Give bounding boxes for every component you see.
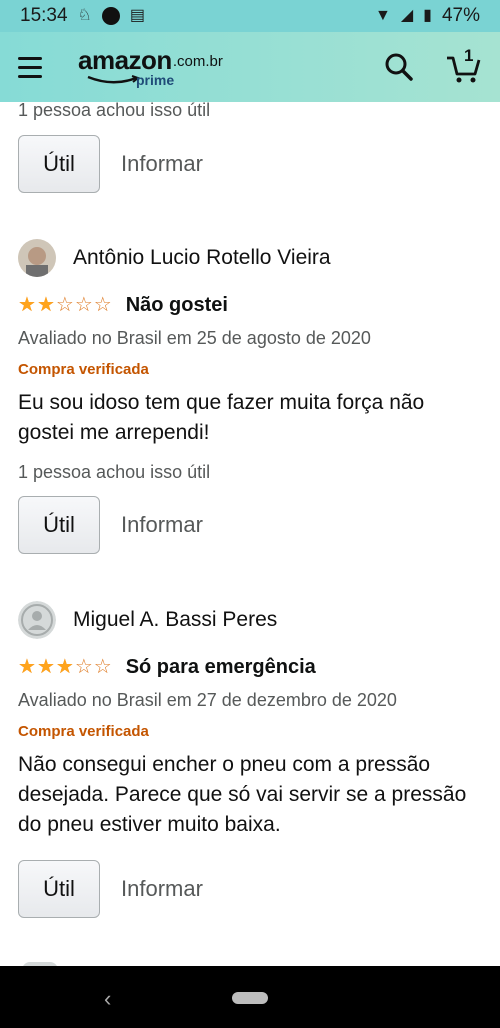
star-empty-icon: ☆ — [74, 656, 93, 678]
star-rating: ★ ★ ☆ ☆ ☆ — [18, 295, 112, 315]
system-nav-bar: ‹ — [0, 966, 500, 1028]
star-empty-icon: ☆ — [55, 294, 74, 316]
star-empty-icon: ☆ — [93, 656, 112, 678]
avatar — [18, 239, 56, 277]
reviewer-name[interactable]: Antônio Lucio Rotello Vieira — [73, 246, 331, 270]
report-link[interactable]: Informar — [121, 512, 203, 538]
avatar — [18, 601, 56, 639]
app-header: amazon .com.br prime 1 — [0, 32, 500, 102]
verified-badge: Compra verificada — [18, 361, 149, 378]
helpful-actions: Útil Informar — [18, 496, 482, 554]
helpful-count: 1 pessoa achou isso útil — [18, 100, 211, 120]
logo-prime: prime — [136, 72, 175, 88]
helpful-count: 1 pessoa achou isso útil — [18, 462, 211, 482]
search-icon[interactable] — [380, 48, 418, 86]
reviewer-row: Antônio Lucio Rotello Vieira — [18, 238, 482, 278]
review-title[interactable]: Só para emergência — [126, 656, 316, 679]
status-right: ▼ ◢ ▮ 47% — [375, 5, 480, 27]
star-full-icon: ★ — [36, 294, 55, 316]
status-time: 15:34 — [20, 5, 68, 26]
review-card: Antônio Lucio Rotello Vieira ★ ★ ☆ ☆ ☆ N… — [18, 238, 482, 554]
review-title[interactable]: Não gostei — [126, 294, 228, 317]
notification-dot-icon — [101, 7, 120, 25]
status-bar: 15:34 ♘ ▤ ▼ ◢ ▮ 47% — [0, 0, 500, 32]
review-card: Miguel A. Bassi Peres ★ ★ ★ ☆ ☆ Só para … — [18, 600, 482, 918]
helpful-actions: Útil Informar — [18, 135, 482, 193]
star-full-icon: ★ — [36, 656, 55, 678]
cart-count: 1 — [464, 46, 474, 65]
previous-review-fragment: 1 pessoa achou isso útil Útil Informar — [18, 100, 482, 193]
notification-icon: ♘ — [77, 7, 92, 24]
signal-icon: ◢ — [400, 7, 414, 24]
rating-row: ★ ★ ★ ☆ ☆ Só para emergência — [18, 654, 482, 680]
app-notification-icon: ▤ — [129, 7, 146, 24]
star-full-icon: ★ — [18, 656, 36, 678]
header-actions: 1 — [380, 46, 482, 86]
menu-icon[interactable] — [18, 50, 52, 84]
review-date: Avaliado no Brasil em 25 de agosto de 20… — [18, 328, 371, 348]
smile-arrow-icon — [87, 75, 140, 84]
back-icon[interactable]: ‹ — [104, 986, 111, 1012]
review-date: Avaliado no Brasil em 27 de dezembro de … — [18, 690, 397, 710]
home-pill-icon[interactable] — [232, 992, 268, 1004]
report-link[interactable]: Informar — [121, 876, 203, 902]
cart-icon — [447, 56, 481, 83]
reviewer-row: Miguel A. Bassi Peres — [18, 600, 482, 640]
wifi-icon: ▼ — [375, 7, 391, 24]
helpful-button[interactable]: Útil — [18, 496, 100, 554]
cart-button[interactable]: 1 — [444, 46, 482, 86]
amazon-logo[interactable]: amazon .com.br prime — [78, 45, 223, 89]
star-empty-icon: ☆ — [93, 294, 112, 316]
battery-icon: ▮ — [423, 7, 432, 24]
star-rating: ★ ★ ★ ☆ ☆ — [18, 657, 112, 677]
battery-level: 47% — [441, 5, 480, 26]
star-full-icon: ★ — [55, 656, 74, 678]
helpful-button[interactable]: Útil — [18, 860, 100, 918]
logo-wordmark: amazon — [78, 45, 172, 75]
report-link[interactable]: Informar — [121, 151, 203, 177]
reviewer-name[interactable]: Miguel A. Bassi Peres — [73, 608, 277, 632]
star-full-icon: ★ — [18, 294, 36, 316]
star-empty-icon: ☆ — [74, 294, 93, 316]
verified-badge: Compra verificada — [18, 723, 149, 740]
review-body: Eu sou idoso tem que fazer muita força n… — [18, 391, 425, 444]
rating-row: ★ ★ ☆ ☆ ☆ Não gostei — [18, 292, 482, 318]
helpful-actions: Útil Informar — [18, 860, 482, 918]
helpful-button[interactable]: Útil — [18, 135, 100, 193]
review-body: Não consegui encher o pneu com a pressão… — [18, 753, 467, 836]
status-left: 15:34 ♘ ▤ — [20, 5, 145, 27]
logo-domain: .com.br — [172, 53, 223, 70]
